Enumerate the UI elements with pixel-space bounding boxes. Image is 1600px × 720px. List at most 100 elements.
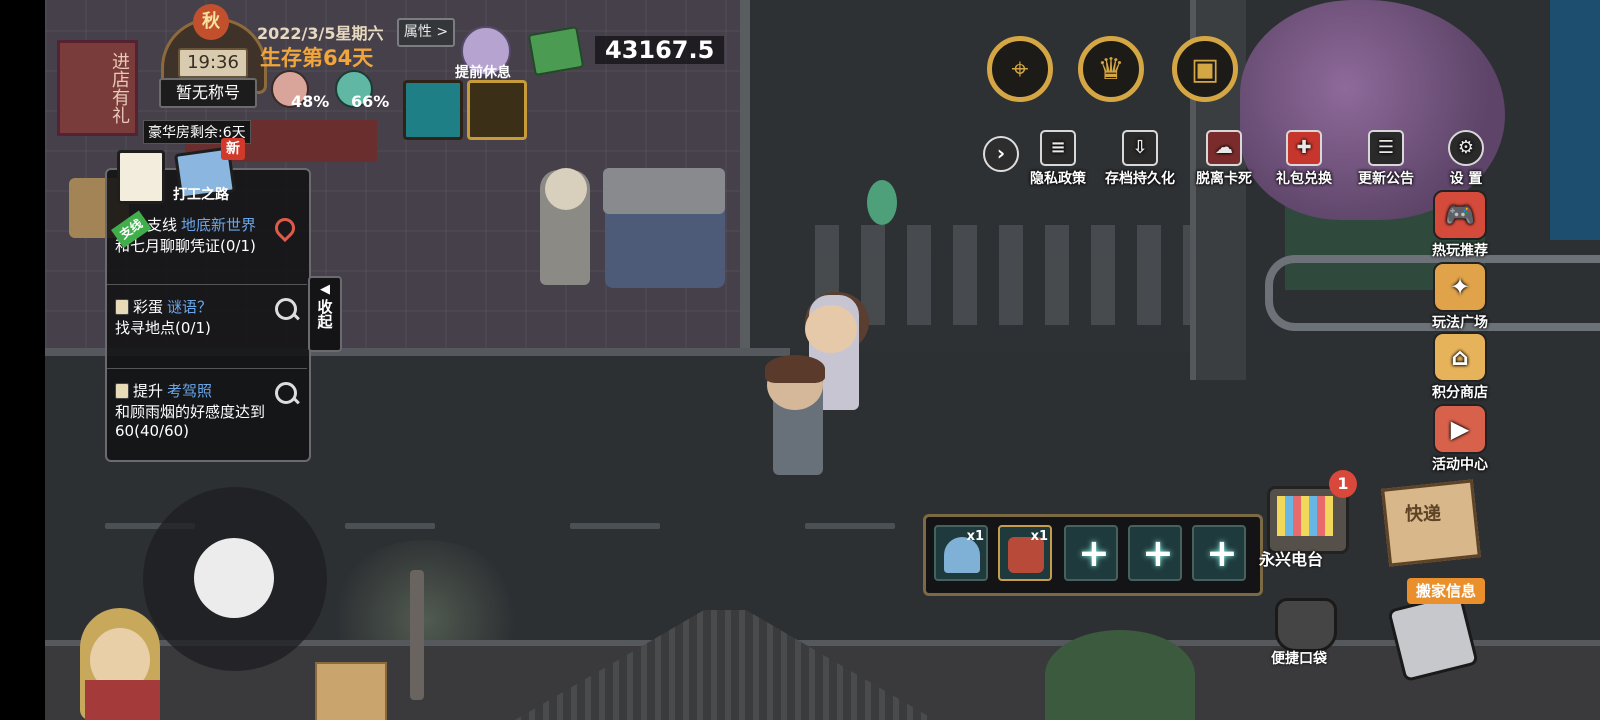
menu-label: 设 置 — [1449, 171, 1483, 187]
quest-keyword: 谜语？ — [167, 298, 213, 316]
quest-panel: 支线 地底新世界 和七月聊聊凭证(0/1) 支线 彩蛋 谜语？ 找寻地点(0/1… — [105, 168, 311, 462]
road-marking — [345, 523, 435, 529]
menu-label: 隐私政策 — [1030, 171, 1086, 187]
tv-icon — [1277, 496, 1333, 536]
shop-sign: 进店有礼 — [57, 40, 138, 136]
map-pin-icon[interactable]: ⌖ — [987, 36, 1053, 102]
menu-label: 更新公告 — [1358, 171, 1414, 187]
joystick-knob[interactable] — [194, 538, 274, 618]
express-box-label: 快递 — [1405, 504, 1441, 525]
divider — [107, 368, 307, 369]
notice-icon: ☰ — [1368, 130, 1404, 166]
street-lamp — [410, 570, 424, 700]
menu-label: 脱离卡死 — [1196, 171, 1252, 187]
gift-redeem-button[interactable]: ✚ 礼包兑换 — [1261, 130, 1347, 188]
date-text: 2022/3/5星期六 — [257, 24, 384, 43]
title-badge[interactable]: 暂无称号 — [159, 78, 257, 108]
gamepad-icon: 🎮 — [1433, 190, 1487, 240]
settings-button[interactable]: ⚙ 设 置 — [1423, 130, 1509, 188]
plaza-icon: ✦ — [1433, 262, 1487, 312]
plus-icon: + — [1078, 531, 1110, 575]
hot-games-button[interactable]: 🎮 热玩推荐 — [1423, 190, 1497, 260]
canal-water — [1550, 0, 1600, 240]
search-icon[interactable] — [275, 298, 297, 320]
plus-icon: + — [1142, 531, 1174, 575]
gameplay-plaza-button[interactable]: ✦ 玩法广场 — [1423, 262, 1497, 332]
quest-item[interactable]: 提升 考驾照 和顾雨烟的好感度达到60(40/60) — [115, 380, 305, 440]
points-shop-button[interactable]: ⌂ 积分商店 — [1423, 332, 1497, 402]
unstuck-icon: ☁ — [1206, 130, 1242, 166]
quest-prefix: 支线 — [147, 216, 178, 234]
quest-keyword: 地底新世界 — [181, 216, 257, 234]
side-menu-label: 玩法广场 — [1432, 315, 1488, 331]
event-center-button[interactable]: ▶ 活动中心 — [1423, 404, 1497, 474]
new-badge: 新 — [221, 138, 245, 160]
rest-button-label[interactable]: 提前休息 — [455, 62, 511, 82]
menu-label: 存档持久化 — [1105, 171, 1175, 187]
npc-blonde-shirt — [85, 680, 160, 720]
trophy-icon[interactable]: ♛ — [1078, 36, 1144, 102]
quest-keyword: 考驾照 — [167, 382, 213, 400]
unstuck-button[interactable]: ☁ 脱离卡死 — [1181, 130, 1267, 188]
privacy-policy-button[interactable]: ≡ 隐私政策 — [1015, 130, 1101, 188]
notification-badge: 1 — [1329, 470, 1357, 498]
health-value: 66% — [351, 92, 390, 111]
plus-icon: + — [1206, 531, 1238, 575]
expand-menu-button[interactable]: › — [983, 136, 1019, 172]
hotbar-slot[interactable]: x1 — [934, 525, 988, 581]
item-hotbar: x1 x1 + + + — [923, 514, 1263, 596]
road-marking — [570, 523, 660, 529]
quest-description: 和顾雨烟的好感度达到60(40/60) — [115, 403, 266, 440]
gear-icon: ⚙ — [1448, 130, 1484, 166]
quest-description: 找寻地点(0/1) — [115, 319, 211, 337]
season-badge: 秋 — [193, 4, 229, 40]
hotbar-slot-empty[interactable]: + — [1064, 525, 1118, 581]
hunger-value: 48% — [291, 92, 330, 111]
work-road-label[interactable]: 打工之路 — [173, 184, 229, 204]
collapse-button[interactable]: ◀ 收起 — [308, 276, 342, 352]
pocket-label[interactable]: 便捷口袋 — [1271, 648, 1327, 668]
bush — [1045, 630, 1195, 720]
backpack-icon[interactable]: ▣ — [1172, 36, 1238, 102]
hotbar-slot-empty[interactable]: + — [1192, 525, 1246, 581]
quest-prefix: 提升 — [133, 382, 164, 400]
hotbar-slot[interactable]: x1 — [998, 525, 1052, 581]
umbrella-sign — [315, 662, 387, 720]
road-marking — [805, 523, 895, 529]
attributes-button[interactable]: 属性 > — [397, 18, 455, 47]
clipboard-icon — [115, 382, 129, 399]
clipboard-icon — [115, 298, 129, 315]
coins-icon[interactable] — [467, 80, 527, 140]
hotbar-slot-empty[interactable]: + — [1128, 525, 1182, 581]
move-info-button[interactable]: 搬家信息 — [1407, 578, 1485, 604]
curb — [740, 0, 750, 352]
search-icon[interactable] — [275, 382, 297, 404]
crosswalk — [815, 225, 1195, 325]
task-list-icon[interactable] — [117, 150, 165, 204]
item-count: x1 — [1030, 529, 1048, 544]
run-icon[interactable] — [403, 80, 463, 140]
update-notice-button[interactable]: ☰ 更新公告 — [1343, 130, 1429, 188]
tv-play-icon: ▶ — [1433, 404, 1487, 454]
quest-description: 和七月聊聊凭证(0/1) — [115, 237, 256, 255]
pocket-icon[interactable] — [1275, 598, 1337, 652]
save-icon: ⇩ — [1122, 130, 1158, 166]
item-count: x1 — [966, 529, 984, 544]
radio-label[interactable]: 永兴电台 — [1259, 546, 1323, 570]
menu-label: 礼包兑换 — [1276, 171, 1332, 187]
quest-prefix: 彩蛋 — [133, 298, 164, 316]
npc-parrot[interactable] — [867, 180, 897, 225]
cart-roof — [603, 168, 725, 214]
divider — [107, 284, 307, 285]
side-menu-label: 积分商店 — [1432, 385, 1488, 401]
gift-icon: ✚ — [1286, 130, 1322, 166]
game-viewport[interactable]: 进店有礼 秋 19:36 暂无称号 2022/3/5星期六 生存第64天 属性 … — [45, 0, 1600, 720]
survival-days: 生存第64天 — [260, 46, 374, 70]
side-menu-label: 热玩推荐 — [1432, 243, 1488, 259]
clock-display: 19:36 — [178, 48, 248, 78]
npc-girl-head — [805, 305, 857, 353]
document-icon: ≡ — [1040, 130, 1076, 166]
quest-item[interactable]: 彩蛋 谜语？ 找寻地点(0/1) — [115, 296, 305, 338]
save-persist-button[interactable]: ⇩ 存档持久化 — [1097, 130, 1183, 188]
shop-icon: ⌂ — [1433, 332, 1487, 382]
